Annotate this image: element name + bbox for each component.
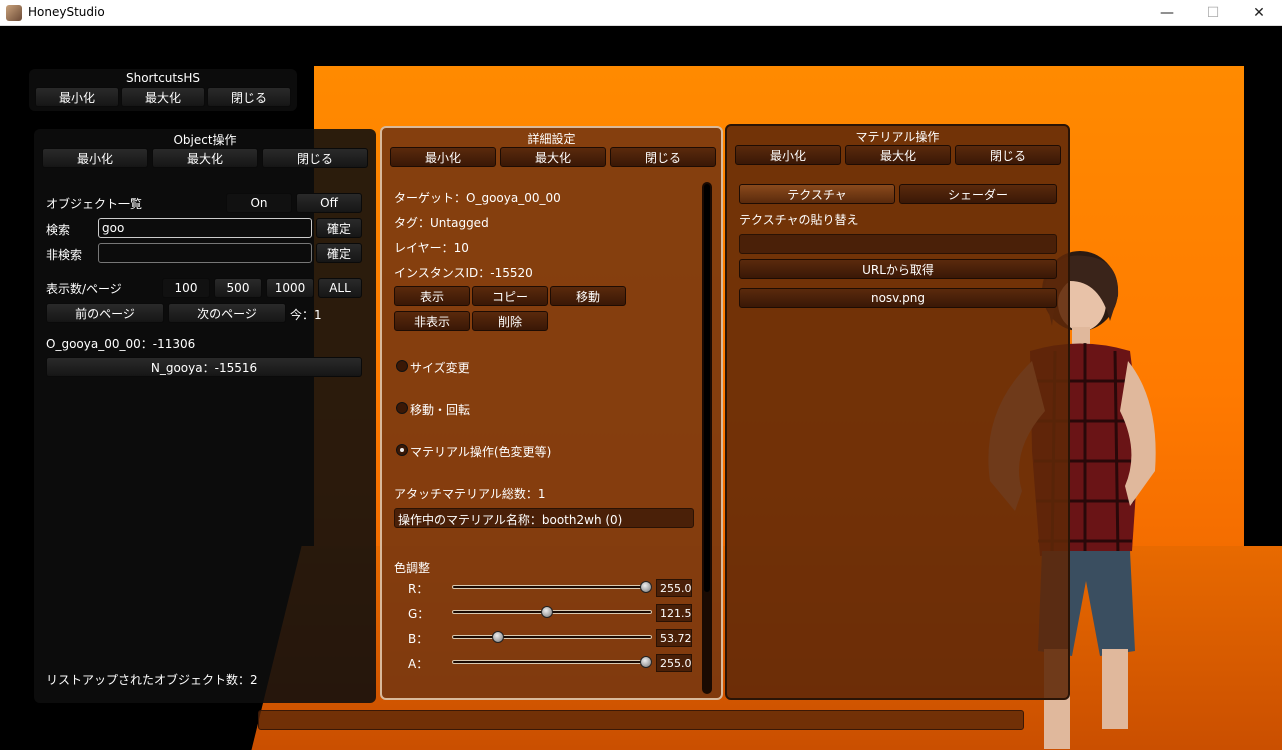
bottom-status-bar <box>258 710 1024 730</box>
delete-button[interactable]: 削除 <box>472 311 548 331</box>
object-list-item[interactable]: N_gooya：-15516 <box>46 357 362 377</box>
detail-panel: 詳細設定 最小化 最大化 閉じる ターゲット：O_gooya_00_00 タグ：… <box>380 126 723 700</box>
channel-slider-knob[interactable] <box>640 656 652 668</box>
listed-object-count: リストアップされたオブジェクト数：2 <box>46 673 258 687</box>
detail-maximize-button[interactable]: 最大化 <box>500 147 606 167</box>
move-rotate-radio[interactable] <box>396 402 408 414</box>
channel-label: G： <box>408 607 430 621</box>
move-button[interactable]: 移動 <box>550 286 626 306</box>
per-page-500-button[interactable]: 500 <box>214 278 262 298</box>
detail-panel-title: 詳細設定 <box>527 132 576 146</box>
channel-slider-track[interactable] <box>452 660 652 664</box>
material-panel: マテリアル操作 最小化 最大化 閉じる テクスチャ シェーダー テクスチャの貼り… <box>725 124 1070 700</box>
current-page-label: 今：1 <box>290 308 322 322</box>
color-adjust-label: 色調整 <box>394 561 431 575</box>
instance-id-label: インスタンスID：-15520 <box>394 266 533 280</box>
per-page-label: 表示数/ページ <box>46 282 122 296</box>
move-rotate-label: 移動・回転 <box>410 403 471 417</box>
channel-slider-track[interactable] <box>452 585 652 589</box>
detail-scroll-thumb[interactable] <box>704 184 710 592</box>
channel-slider-knob[interactable] <box>541 606 554 618</box>
per-page-100-button[interactable]: 100 <box>162 278 210 298</box>
hide-button[interactable]: 非表示 <box>394 311 470 331</box>
channel-value-field[interactable]: 255.0 <box>656 654 692 672</box>
layer-label: レイヤー：10 <box>394 241 469 255</box>
window-titlebar: HoneyStudio — ☐ ✕ <box>0 0 1282 26</box>
shortcuts-maximize-button[interactable]: 最大化 <box>121 87 205 107</box>
material-maximize-button[interactable]: 最大化 <box>845 145 951 165</box>
channel-label: B： <box>408 632 429 646</box>
material-minimize-button[interactable]: 最小化 <box>735 145 841 165</box>
channel-slider-track[interactable] <box>452 635 652 639</box>
texture-replace-label: テクスチャの貼り替え <box>739 213 859 227</box>
object-list-label: オブジェクト一覧 <box>46 197 143 211</box>
app-icon <box>6 5 22 21</box>
channel-slider-knob[interactable] <box>640 581 652 593</box>
texture-url-input[interactable] <box>739 234 1057 254</box>
object-maximize-button[interactable]: 最大化 <box>152 148 258 168</box>
object-close-button[interactable]: 閉じる <box>262 148 368 168</box>
prev-page-button[interactable]: 前のページ <box>46 303 164 323</box>
channel-value-field[interactable]: 255.0 <box>656 579 692 597</box>
object-panel-title: Object操作 <box>173 133 237 147</box>
exclude-input[interactable] <box>98 243 312 263</box>
material-panel-title: マテリアル操作 <box>855 130 940 144</box>
target-label: ターゲット：O_gooya_00_00 <box>394 191 561 205</box>
window-title: HoneyStudio <box>28 5 105 19</box>
channel-slider-knob[interactable] <box>491 631 504 643</box>
material-op-label: マテリアル操作(色変更等) <box>410 445 552 459</box>
channel-label: A： <box>408 657 429 671</box>
detail-minimize-button[interactable]: 最小化 <box>390 147 496 167</box>
channel-value-field[interactable]: 121.5 <box>656 604 692 622</box>
current-material-field: 操作中のマテリアル名称：booth2wh (0) <box>394 508 694 528</box>
search-confirm-button[interactable]: 確定 <box>316 218 362 238</box>
detail-close-button[interactable]: 閉じる <box>610 147 716 167</box>
per-page-1000-button[interactable]: 1000 <box>266 278 314 298</box>
shortcuts-title: ShortcutsHS <box>125 71 200 85</box>
object-minimize-button[interactable]: 最小化 <box>42 148 148 168</box>
channel-label: R： <box>408 582 429 596</box>
show-button[interactable]: 表示 <box>394 286 470 306</box>
exclude-confirm-button[interactable]: 確定 <box>316 243 362 263</box>
minimize-window-button[interactable]: — <box>1144 0 1190 26</box>
material-op-radio[interactable] <box>396 444 408 456</box>
tag-label: タグ：Untagged <box>394 216 489 230</box>
next-page-button[interactable]: 次のページ <box>168 303 286 323</box>
material-close-button[interactable]: 閉じる <box>955 145 1061 165</box>
per-page-all-button[interactable]: ALL <box>318 278 362 298</box>
object-list-on-button[interactable]: On <box>226 193 292 213</box>
fetch-from-url-button[interactable]: URLから取得 <box>739 259 1057 279</box>
object-panel: Object操作 最小化 最大化 閉じる オブジェクト一覧 On Off 検索 … <box>34 129 376 703</box>
size-change-label: サイズ変更 <box>410 361 470 375</box>
close-window-button[interactable]: ✕ <box>1236 0 1282 26</box>
attach-material-total: アタッチマテリアル総数：1 <box>394 487 546 501</box>
size-change-radio[interactable] <box>396 360 408 372</box>
shortcuts-panel: ShortcutsHS 最小化 最大化 閉じる <box>29 69 297 111</box>
search-label: 検索 <box>46 223 71 237</box>
search-input[interactable]: goo <box>98 218 312 238</box>
shortcuts-close-button[interactable]: 閉じる <box>207 87 291 107</box>
shortcuts-minimize-button[interactable]: 最小化 <box>35 87 119 107</box>
texture-file-button[interactable]: nosv.png <box>739 288 1057 308</box>
detail-scrollbar[interactable] <box>702 182 712 694</box>
object-list-off-button[interactable]: Off <box>296 193 362 213</box>
maximize-window-button[interactable]: ☐ <box>1190 0 1236 26</box>
exclude-label: 非検索 <box>46 248 83 262</box>
texture-tab[interactable]: テクスチャ <box>739 184 895 204</box>
shader-tab[interactable]: シェーダー <box>899 184 1057 204</box>
selected-object-label: O_gooya_00_00：-11306 <box>46 337 196 351</box>
channel-value-field[interactable]: 53.72 <box>656 629 692 647</box>
copy-button[interactable]: コピー <box>472 286 548 306</box>
